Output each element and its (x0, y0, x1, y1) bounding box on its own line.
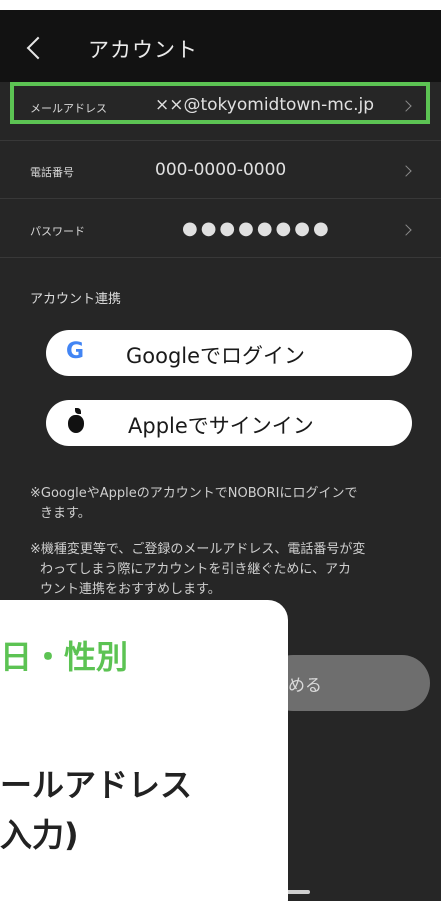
phone-label: 電話番号 (30, 166, 74, 179)
phone-row[interactable]: 電話番号 000-0000-0000 (0, 140, 441, 199)
back-arrow-icon[interactable] (26, 36, 50, 60)
google-icon: G (66, 339, 85, 364)
cancel-button[interactable]: やめる (265, 655, 430, 711)
chevron-right-icon (400, 224, 412, 236)
callout-text-1: ールアドレス (0, 766, 193, 804)
note-line: ※機種変更等で、ご登録のメールアドレス、電話番号が変 (30, 542, 366, 557)
note-login: ※GoogleやAppleのアカウントでNOBORIにログインで きます。 (30, 484, 420, 524)
google-login-label: Googleでログイン (126, 344, 306, 368)
note-line: わってしまう際にアカウントを引き継ぐために、アカ (40, 562, 351, 577)
password-value: ●●●●●●●● (182, 218, 332, 239)
email-highlight-box (10, 82, 430, 124)
apple-signin-button[interactable]: Appleでサインイン (46, 400, 412, 446)
account-link-heading: アカウント連携 (30, 292, 122, 307)
apple-icon (68, 408, 84, 433)
apple-signin-label: Appleでサインイン (128, 414, 314, 438)
chevron-right-icon (400, 165, 412, 177)
callout-text-2: 入力) (0, 816, 79, 854)
phone-value: 000-0000-0000 (155, 160, 287, 180)
page-title: アカウント (88, 38, 198, 62)
callout-heading: 日・性別 (0, 638, 129, 676)
note-line: ※GoogleやAppleのアカウントでNOBORIにログインで (30, 486, 358, 501)
top-border (0, 0, 441, 10)
google-login-button[interactable]: G Googleでログイン (46, 330, 412, 376)
header-bar: アカウント (0, 10, 441, 82)
password-label: パスワード (30, 225, 85, 238)
note-line: ウント連携をおすすめします。 (40, 582, 221, 597)
note-line: きます。 (40, 506, 91, 521)
note-device-change: ※機種変更等で、ご登録のメールアドレス、電話番号が変 わってしまう際にアカウント… (30, 540, 420, 600)
password-row[interactable]: パスワード ●●●●●●●● (0, 199, 441, 258)
